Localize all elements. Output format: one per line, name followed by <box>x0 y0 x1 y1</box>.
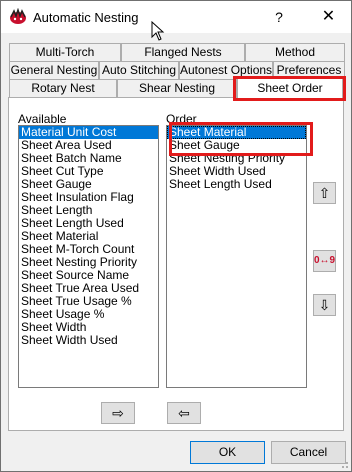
add-to-order-button[interactable]: ⇨ <box>101 402 135 424</box>
tab-multi-torch[interactable]: Multi-Torch <box>9 43 121 61</box>
order-item[interactable]: Sheet Length Used <box>167 178 306 191</box>
swap-order-button[interactable]: 0↔9 <box>313 250 336 272</box>
order-label: Order <box>166 112 197 126</box>
cancel-button[interactable]: Cancel <box>271 441 346 464</box>
move-up-button[interactable]: ⇧ <box>313 182 336 204</box>
swap-icon: 0↔9 <box>314 255 336 266</box>
app-logo-icon <box>10 8 26 24</box>
title-bar: Automatic Nesting ? ✕ <box>1 1 351 33</box>
tab-sheet-order[interactable]: Sheet Order <box>237 77 343 99</box>
help-button[interactable]: ? <box>259 1 299 33</box>
tab-general-nesting[interactable]: General Nesting <box>9 61 99 79</box>
mouse-cursor-icon <box>151 21 165 41</box>
remove-from-order-button[interactable]: ⇦ <box>167 402 201 424</box>
tab-rotary-nest[interactable]: Rotary Nest <box>9 79 117 97</box>
available-item[interactable]: Sheet Width Used <box>19 334 158 347</box>
sheet-order-panel: Available Order Material Unit Cost Sheet… <box>8 97 344 431</box>
tab-flanged-nests[interactable]: Flanged Nests <box>121 43 245 61</box>
move-down-button[interactable]: ⇩ <box>313 294 336 316</box>
window-title: Automatic Nesting <box>33 10 139 25</box>
available-list[interactable]: Material Unit Cost Sheet Area Used Sheet… <box>18 125 159 388</box>
order-list[interactable]: Sheet Material Sheet Gauge Sheet Nesting… <box>166 125 307 388</box>
ok-button[interactable]: OK <box>190 441 265 464</box>
close-button[interactable]: ✕ <box>306 1 351 33</box>
resize-grip-icon[interactable] <box>339 459 349 469</box>
automatic-nesting-dialog: Automatic Nesting ? ✕ Multi-Torch Flange… <box>0 0 352 472</box>
tab-shear-nesting[interactable]: Shear Nesting <box>117 79 237 97</box>
tab-method[interactable]: Method <box>245 43 345 61</box>
available-label: Available <box>18 112 67 126</box>
tab-auto-stitching[interactable]: Auto Stitching <box>99 61 179 79</box>
